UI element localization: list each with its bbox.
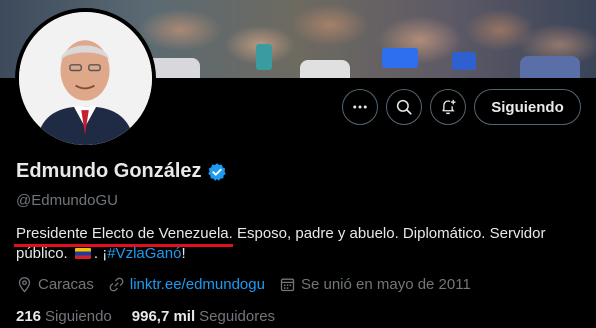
calendar-icon [280,278,295,292]
more-button[interactable] [342,89,378,125]
notifications-button[interactable] [430,89,466,125]
bio-text-after-flag: . ¡ [93,245,108,262]
profile-name-row: Edmundo González [16,160,227,183]
location-text: Caracas [38,276,94,293]
banner-phone-detail [256,44,272,70]
followers-stat[interactable]: 996,7 mil Seguidores [132,308,275,325]
verified-badge-icon[interactable] [207,162,227,182]
profile-location: Caracas [16,276,94,293]
more-icon [353,105,367,109]
profile-bio: Presidente Electo de Venezuela. Esposo, … [16,224,586,264]
link-icon [109,277,124,292]
profile-website: linktr.ee/edmundogu [108,276,265,293]
followers-count: 996,7 mil [131,308,196,325]
bell-plus-icon [442,99,456,115]
banner-phone-detail [382,48,418,68]
joined-text: Se unió en mayo de 2011 [300,276,471,293]
banner-crowd-detail [520,56,580,78]
bio-text-end: ! [181,245,186,262]
following-label: Siguiendo [45,308,112,325]
profile-stats: 216 Siguiendo 996,7 mil Seguidores [16,308,295,325]
profile-meta: Caracas linktr.ee/edmundogu Se unió en m… [16,276,485,293]
banner-phone-detail [452,52,476,70]
profile-joined: Se unió en mayo de 2011 [279,276,471,293]
search-icon [396,99,412,115]
following-count: 216 [16,308,42,325]
profile-handle: @EdmundoGU [16,192,118,209]
followers-label: Seguidores [199,308,276,325]
search-button[interactable] [386,89,422,125]
profile-name: Edmundo González [16,160,202,182]
location-pin-icon [18,277,31,293]
following-button[interactable]: Siguiendo [474,89,581,125]
website-link[interactable]: linktr.ee/edmundogu [130,276,265,293]
banner-crowd-detail [300,60,350,78]
venezuela-flag-icon [74,248,91,259]
bio-hashtag-link[interactable]: #VzlaGanó [107,245,181,262]
avatar-portrait [19,12,152,145]
following-stat[interactable]: 216 Siguiendo [16,308,112,325]
profile-avatar[interactable] [15,8,156,149]
bio-highlighted-text: Presidente Electo de Venezuela [16,225,229,242]
